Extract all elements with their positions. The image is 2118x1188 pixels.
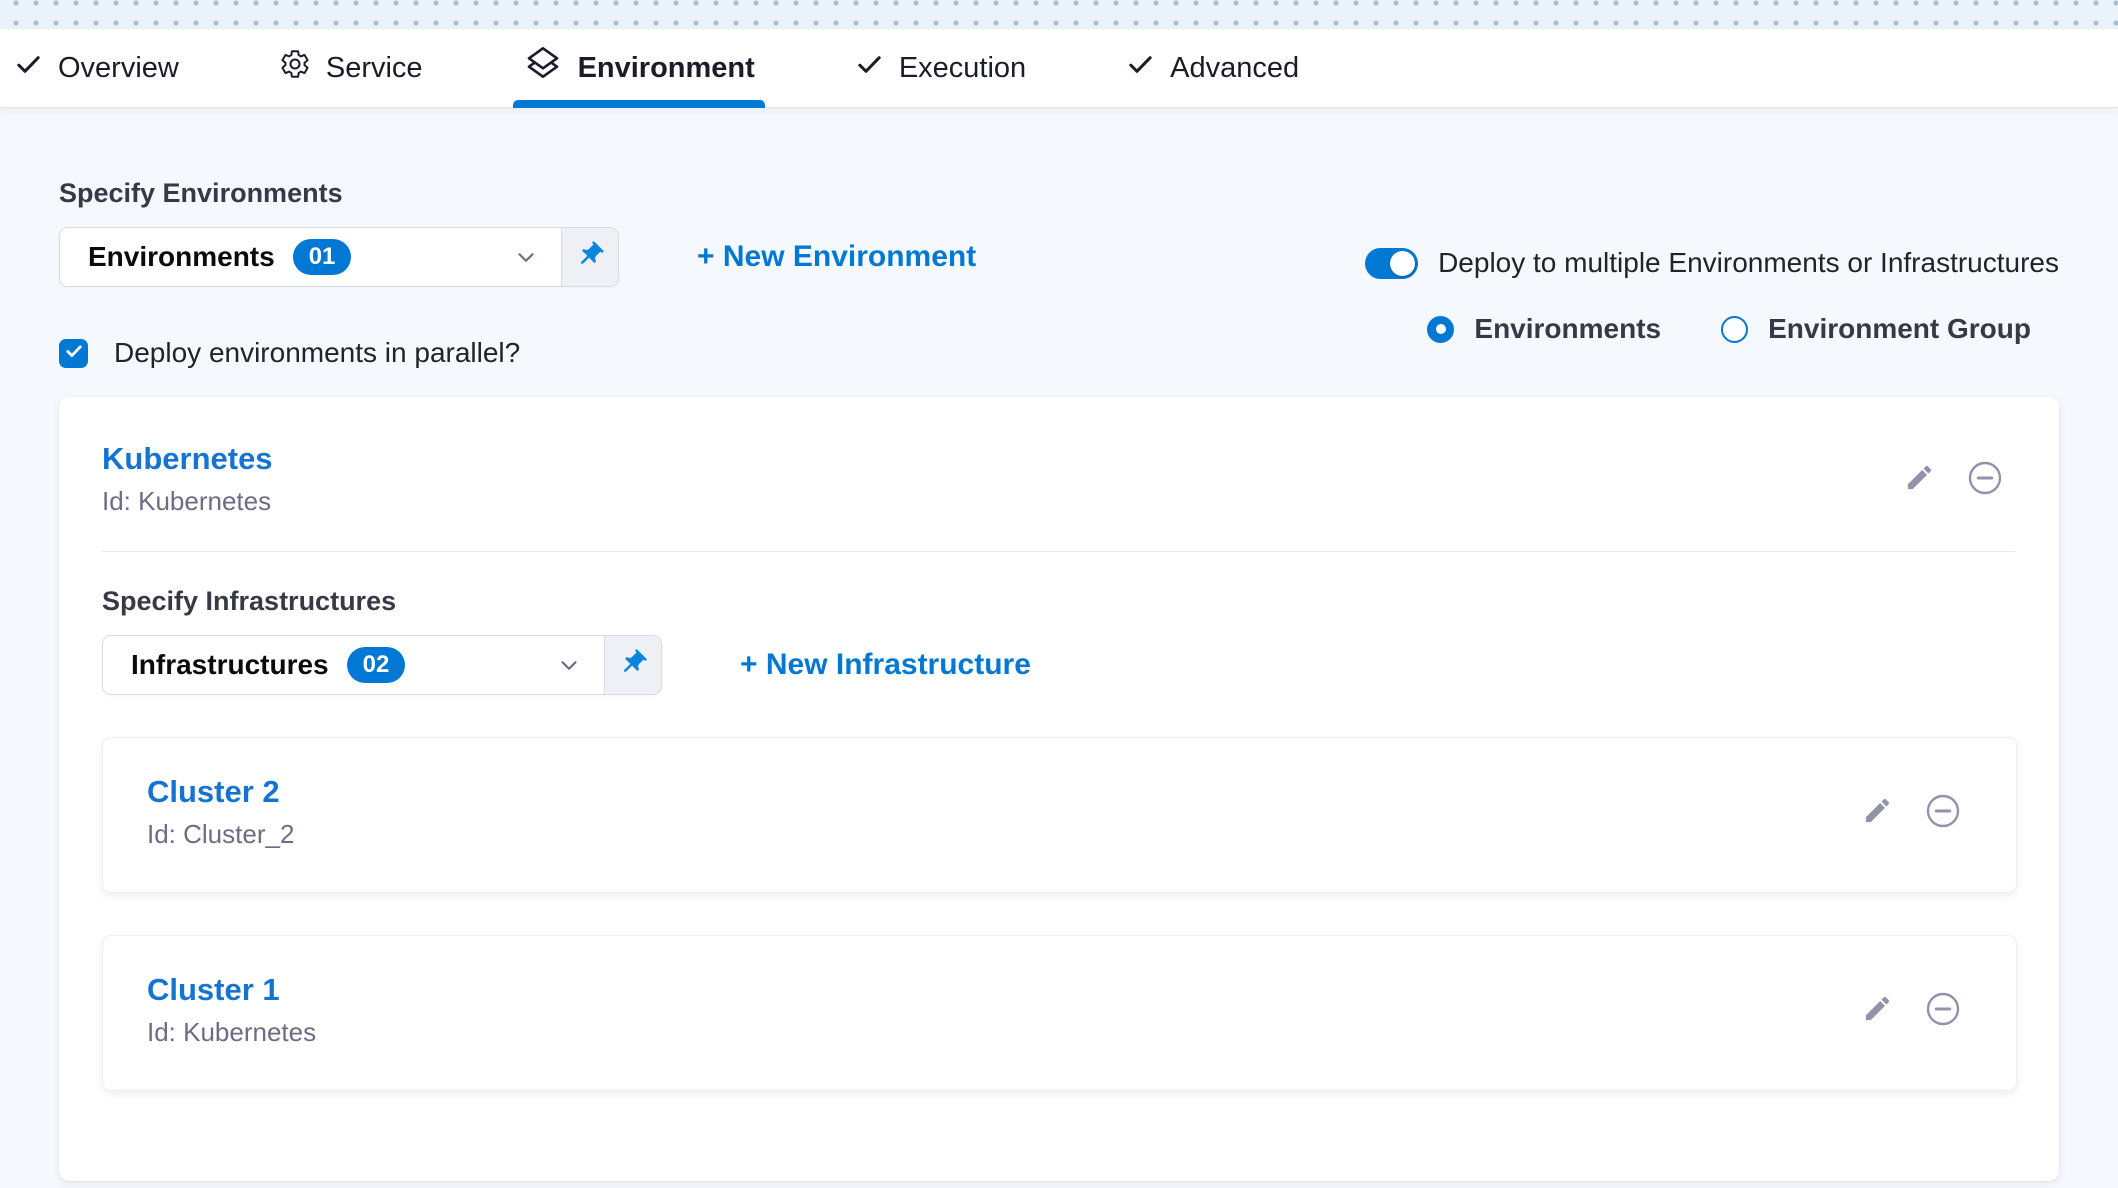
infrastructure-card-cluster-1: Cluster 1 Id: Kubernetes: [102, 935, 2017, 1091]
new-environment-button[interactable]: + New Environment: [697, 240, 976, 274]
radio-environment-group[interactable]: Environment Group: [1721, 313, 2031, 345]
tab-execution[interactable]: Execution: [855, 29, 1026, 107]
minus-circle-icon: [1925, 991, 1961, 1030]
deploy-multiple-toggle[interactable]: [1365, 248, 1418, 279]
environments-select-label: Environments: [88, 241, 275, 273]
tab-overview[interactable]: Overview: [14, 29, 179, 107]
tab-label: Service: [326, 52, 423, 85]
tab-label: Advanced: [1170, 52, 1299, 85]
tab-environment[interactable]: Environment: [523, 29, 755, 107]
pin-icon: [618, 648, 648, 683]
tab-label: Execution: [899, 52, 1026, 85]
environment-card-kubernetes: Kubernetes Id: Kubernetes Specify Infras…: [59, 397, 2059, 1181]
pencil-icon: [1862, 795, 1893, 829]
tab-advanced[interactable]: Advanced: [1126, 29, 1299, 107]
tab-label: Overview: [58, 52, 179, 85]
edit-environment-button[interactable]: [1904, 462, 1935, 496]
minus-circle-icon: [1925, 793, 1961, 832]
deploy-parallel-checkbox[interactable]: [59, 339, 88, 368]
environments-count-badge: 01: [293, 239, 352, 275]
pipeline-canvas-strip: [0, 0, 2118, 29]
environments-pin-button[interactable]: [561, 228, 618, 286]
pencil-icon: [1862, 993, 1893, 1027]
check-icon: [14, 50, 43, 87]
tab-service[interactable]: Service: [279, 29, 423, 107]
infrastructures-count-badge: 02: [347, 647, 406, 683]
gear-icon: [279, 48, 311, 88]
radio-selected-icon: [1427, 316, 1454, 343]
check-icon: [64, 341, 84, 366]
remove-environment-button[interactable]: [1967, 460, 2003, 499]
infrastructures-pin-button[interactable]: [604, 636, 661, 694]
deploy-multiple-toggle-label: Deploy to multiple Environments or Infra…: [1438, 247, 2059, 279]
remove-infrastructure-button[interactable]: [1925, 793, 1961, 832]
check-icon: [855, 50, 884, 87]
environment-id: Id: Kubernetes: [102, 486, 273, 517]
specify-infrastructures-heading: Specify Infrastructures: [102, 586, 2015, 617]
environments-select-field[interactable]: Environments 01: [60, 228, 561, 286]
infrastructures-select-field[interactable]: Infrastructures 02: [103, 636, 604, 694]
pencil-icon: [1904, 462, 1935, 496]
tab-label: Environment: [578, 52, 755, 85]
card-divider: [102, 551, 2015, 552]
check-icon: [1126, 50, 1155, 87]
infrastructure-card-cluster-2: Cluster 2 Id: Cluster_2: [102, 737, 2017, 893]
environment-tab-panel: Specify Environments Environments 01 + N…: [0, 178, 2118, 1181]
infrastructure-id: Id: Kubernetes: [147, 1017, 316, 1048]
infrastructures-select-label: Infrastructures: [131, 649, 329, 681]
remove-infrastructure-button[interactable]: [1925, 991, 1961, 1030]
infrastructures-select: Infrastructures 02: [102, 635, 662, 695]
environments-select: Environments 01: [59, 227, 619, 287]
chevron-down-icon: [513, 244, 539, 270]
radio-unselected-icon: [1721, 316, 1748, 343]
infrastructure-id: Id: Cluster_2: [147, 819, 294, 850]
environment-icon: [523, 44, 563, 92]
toggle-knob: [1390, 251, 1415, 276]
infrastructure-name-link[interactable]: Cluster 1: [147, 972, 316, 1008]
pin-icon: [575, 240, 605, 275]
environment-name-link[interactable]: Kubernetes: [102, 441, 273, 477]
chevron-down-icon: [556, 652, 582, 678]
edit-infrastructure-button[interactable]: [1862, 795, 1893, 829]
radio-environments[interactable]: Environments: [1427, 313, 1661, 345]
specify-environments-heading: Specify Environments: [59, 178, 2059, 209]
minus-circle-icon: [1967, 460, 2003, 499]
multi-env-controls: Deploy to multiple Environments or Infra…: [1365, 247, 2059, 345]
edit-infrastructure-button[interactable]: [1862, 993, 1893, 1027]
infrastructure-name-link[interactable]: Cluster 2: [147, 774, 294, 810]
new-infrastructure-button[interactable]: + New Infrastructure: [740, 648, 1031, 682]
deploy-parallel-label: Deploy environments in parallel?: [114, 337, 520, 369]
stage-tabbar: Overview Service Environment Execution: [0, 29, 2118, 108]
